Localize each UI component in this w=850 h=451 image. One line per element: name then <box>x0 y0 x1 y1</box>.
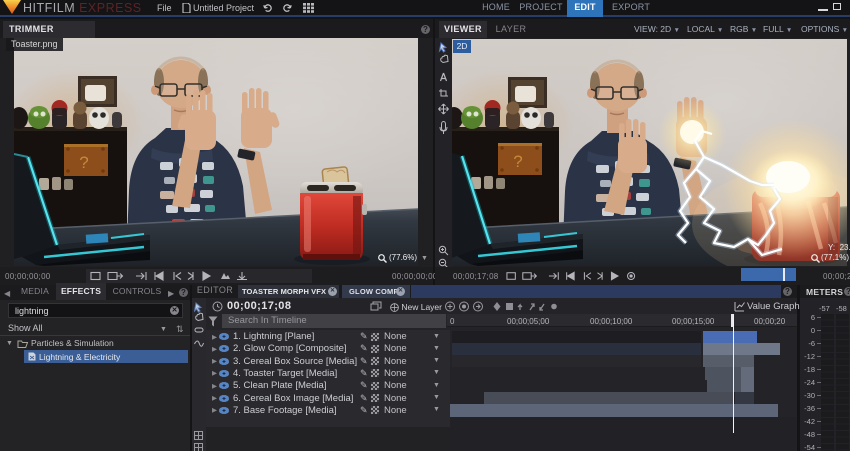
svg-text:?: ? <box>513 152 522 171</box>
svg-text:?: ? <box>79 153 88 172</box>
